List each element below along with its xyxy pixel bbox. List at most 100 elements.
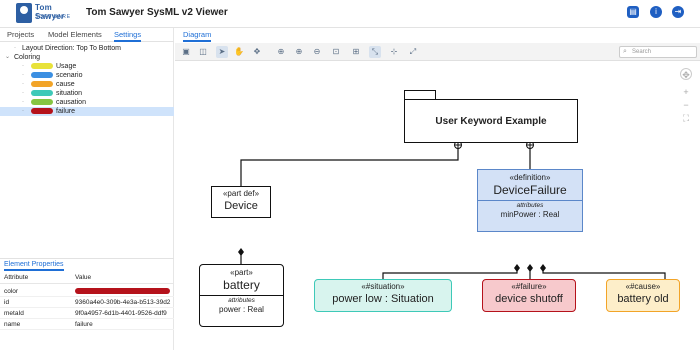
attributes-label: attributes [478, 200, 582, 210]
node-name: device shutoff [495, 293, 563, 305]
color-swatch [31, 63, 53, 69]
color-swatch [31, 99, 53, 105]
search-placeholder: Search [632, 49, 652, 55]
color-item-label: Usage [56, 63, 77, 70]
attribute-value: power : Real [219, 305, 264, 314]
table-row[interactable]: name failure [0, 319, 174, 330]
zoom-fit-icon[interactable]: ⊕ [275, 46, 287, 58]
diagram-panel: Diagram ▣ ◫ ➤ ✋ ✥ ⊕ ⊕ ⊖ ⊡ ⊞ ⤡ ⊹ ⤢ ⌕ Sear… [175, 28, 700, 350]
header-attribute: Attribute [4, 274, 29, 281]
attr-value: failure [75, 321, 93, 328]
color-item-label: scenario [56, 72, 83, 79]
node-name: battery old [617, 293, 669, 305]
pointer-icon[interactable]: ➤ [216, 46, 228, 58]
attr-name: color [4, 288, 19, 295]
pan-control-icon[interactable]: ✥ [680, 68, 692, 80]
attribute-value: minPower : Real [500, 210, 560, 219]
node-name: power low : Situation [332, 293, 434, 305]
layout-label: Layout Direction: Top To Bottom [22, 45, 121, 52]
diagram-node-device-shutoff[interactable]: «#failure» device shutoff [482, 279, 576, 312]
fit-window-icon[interactable]: ⊞ [350, 46, 362, 58]
diagram-node-battery[interactable]: «part» battery attributes power : Real [199, 264, 284, 327]
node-stereotype: «#failure» [511, 282, 547, 291]
node-stereotype: «#situation» [361, 282, 405, 291]
logo-subtext: SOFTWARE [35, 14, 72, 20]
tab-projects[interactable]: Projects [7, 30, 34, 39]
left-tabs: Projects Model Elements Settings [0, 28, 174, 42]
layout-icon[interactable]: ⊹ [388, 46, 400, 58]
color-item-label: failure [56, 108, 76, 115]
attr-value: 9360a4e0-309b-4e3a-b513-39d2 [75, 299, 171, 306]
fullscreen-icon[interactable]: ⛶ [680, 112, 692, 124]
bullet-icon: · [22, 81, 24, 87]
left-panel: Projects Model Elements Settings · Layou… [0, 28, 174, 350]
pan-hand-icon[interactable]: ✋ [233, 46, 245, 58]
node-name: battery [223, 278, 260, 292]
bullet-icon: · [22, 90, 24, 96]
app-title: Tom Sawyer SysML v2 Viewer [86, 7, 228, 18]
color-item-label: causation [56, 99, 86, 106]
move-icon[interactable]: ✥ [251, 46, 263, 58]
color-swatch [31, 90, 53, 96]
coloring-label: Coloring [14, 54, 41, 61]
color-item-label: situation [56, 90, 83, 97]
chevron-down-icon[interactable]: ⌄ [5, 53, 10, 62]
diagram-node-battery-old[interactable]: «#cause» battery old [606, 279, 680, 312]
node-name: User Keyword Example [435, 116, 547, 127]
node-stereotype: «part def» [222, 189, 260, 198]
app-header: Tom Sawyer SOFTWARE Tom Sawyer SysML v2 … [0, 0, 700, 28]
color-item-label: cause [56, 81, 75, 88]
node-stereotype: «part» [230, 268, 253, 277]
node-name: Device [224, 200, 258, 212]
color-swatch [31, 108, 53, 114]
zoom-selection-icon[interactable]: ⊡ [330, 46, 342, 58]
zoom-in-icon[interactable]: + [680, 86, 692, 98]
package-tab [404, 90, 436, 99]
attr-name: id [4, 299, 10, 306]
table-row[interactable]: color [0, 286, 174, 297]
color-swatch [31, 72, 53, 78]
diagram-node-user-keyword-example[interactable]: User Keyword Example [404, 99, 578, 143]
node-name: DeviceFailure [493, 183, 567, 197]
route-icon[interactable]: ⤢ [407, 46, 419, 58]
node-stereotype: «definition» [509, 173, 551, 182]
page-icon[interactable]: ◫ [197, 46, 209, 58]
tab-element-properties[interactable]: Element Properties [4, 261, 64, 271]
properties-header: Attribute Value [0, 274, 174, 284]
color-swatch [31, 81, 53, 87]
image-export-icon[interactable]: ▣ [180, 46, 192, 58]
table-row[interactable]: metaId 9f0a4957-6d1b-4401-9526-ddf9 [0, 308, 174, 319]
tab-model-elements[interactable]: Model Elements [48, 30, 102, 39]
bullet-icon: · [22, 99, 24, 105]
info-icon[interactable]: i [650, 6, 662, 18]
diagram-node-devicefailure[interactable]: «definition» DeviceFailure attributes mi… [477, 169, 583, 232]
attr-value: 9f0a4957-6d1b-4401-9526-ddf9 [75, 310, 167, 317]
attr-name: name [4, 321, 21, 328]
logout-icon[interactable]: ⇥ [672, 6, 684, 18]
zoom-out-icon[interactable]: ⊖ [311, 46, 323, 58]
zoom-out-icon[interactable]: − [680, 99, 692, 111]
diagram-node-power-low[interactable]: «#situation» power low : Situation [314, 279, 452, 312]
bullet-icon: · [22, 63, 24, 69]
attributes-label: attributes [200, 295, 283, 305]
link-edit-icon[interactable]: ⤡ [369, 46, 381, 58]
tab-settings[interactable]: Settings [114, 30, 142, 42]
tab-diagram[interactable]: Diagram [183, 30, 212, 42]
diagram-node-device[interactable]: «part def» Device [211, 186, 271, 218]
bullet-icon: · [14, 45, 16, 51]
company-logo: Tom Sawyer SOFTWARE [16, 3, 80, 23]
search-input[interactable]: ⌕ Search [619, 46, 697, 58]
node-stereotype: «#cause» [625, 282, 661, 291]
bullet-icon: · [22, 72, 24, 78]
diagram-toolbar: ▣ ◫ ➤ ✋ ✥ ⊕ ⊕ ⊖ ⊡ ⊞ ⤡ ⊹ ⤢ ⌕ Search [175, 43, 700, 61]
table-row[interactable]: id 9360a4e0-309b-4e3a-b513-39d2 [0, 297, 174, 308]
document-icon[interactable]: ▤ [627, 6, 639, 18]
zoom-in-icon[interactable]: ⊕ [293, 46, 305, 58]
attr-name: metaId [4, 310, 24, 317]
color-item-failure[interactable]: · failure [0, 107, 174, 116]
diagram-canvas[interactable]: User Keyword Example «part def» Device «… [175, 61, 700, 350]
element-properties-panel: Element Properties Attribute Value color… [0, 258, 174, 350]
logo-mark-icon [16, 3, 32, 23]
bullet-icon: · [22, 108, 24, 114]
color-value-swatch[interactable] [75, 288, 170, 294]
